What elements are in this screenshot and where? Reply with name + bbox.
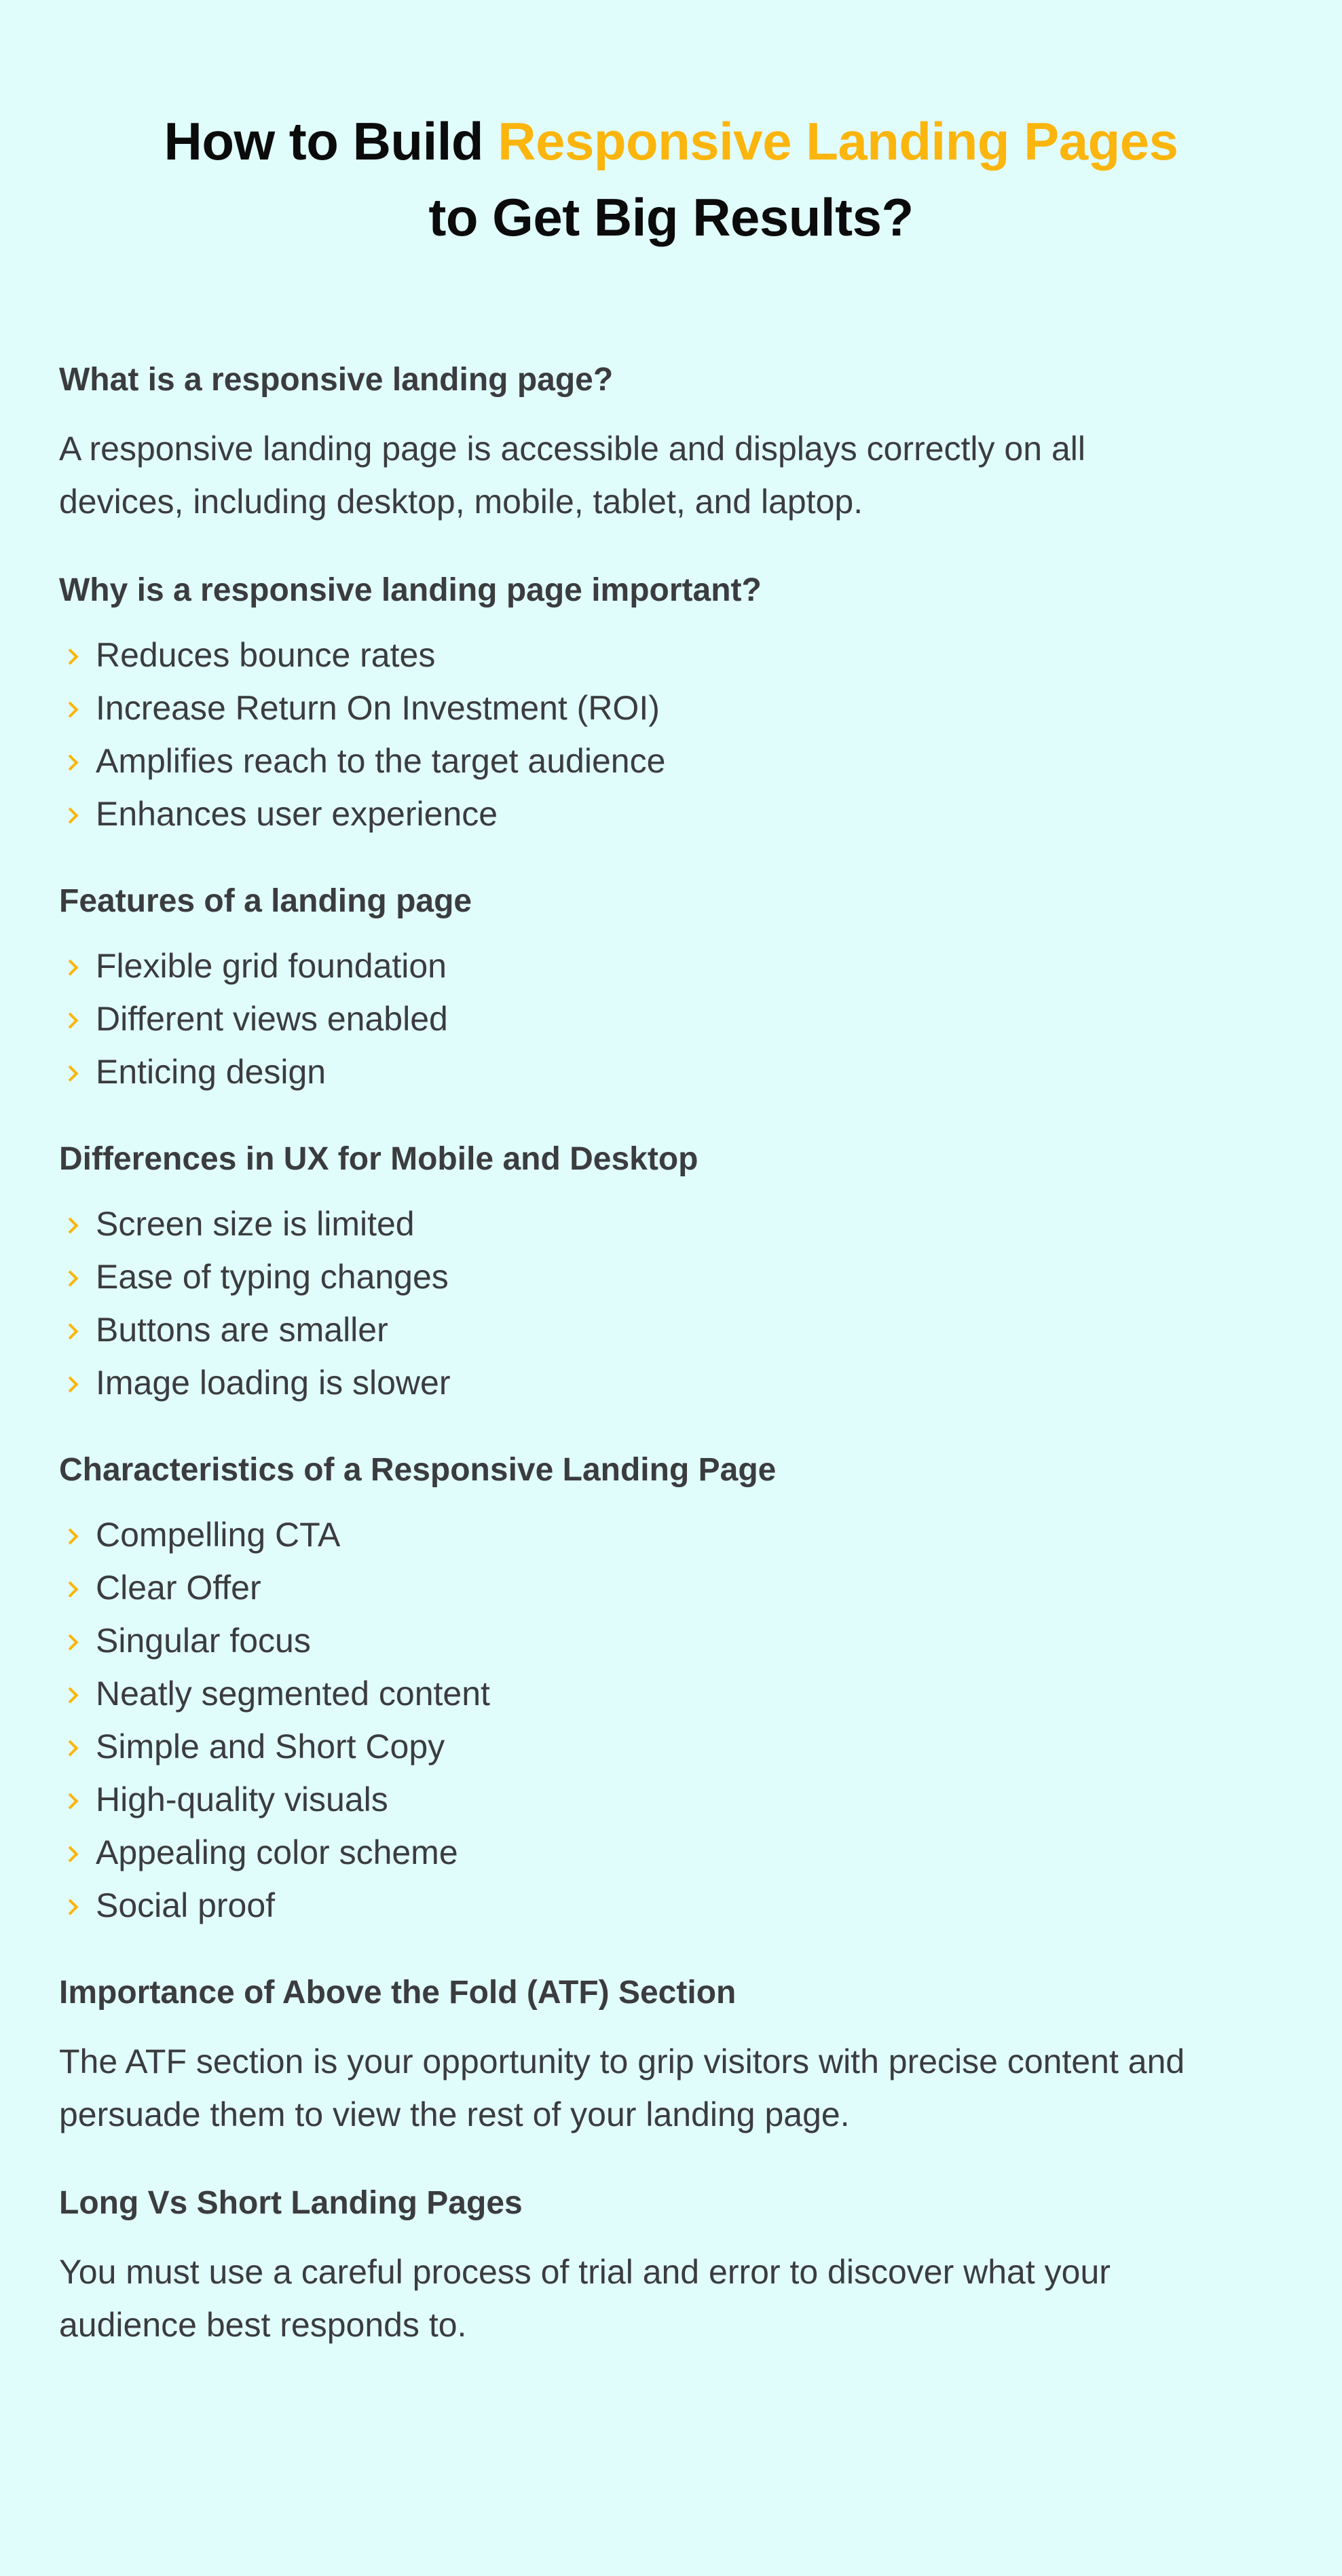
section-ux-differences: Differences in UX for Mobile and Desktop… [59,1132,1294,1409]
list-item-text: High-quality visuals [96,1780,388,1818]
list-item: Enhances user experience [59,787,1294,840]
chevron-right-icon [59,1720,96,1773]
section-paragraph: The ATF section is your opportunity to g… [59,2035,1294,2141]
list-item: Amplifies reach to the target audience [59,734,1294,787]
section-what-is: What is a responsive landing page? A res… [59,353,1294,528]
list-item: High-quality visuals [59,1773,1294,1826]
list-item-text: Enhances user experience [96,795,498,833]
list-item-text: Compelling CTA [96,1516,341,1554]
chevron-right-icon [59,1250,96,1303]
chevron-right-icon [59,1561,96,1614]
list-item-text: Image loading is slower [96,1364,451,1402]
section-heading: Long Vs Short Landing Pages [59,2185,523,2221]
list-item-text: Buttons are smaller [96,1311,388,1349]
list-item-text: Clear Offer [96,1569,261,1607]
chevron-right-icon [59,787,96,840]
list-item-text: Social proof [96,1886,276,1924]
chevron-right-icon [59,1773,96,1826]
list-item-text: Reduces bounce rates [96,636,436,674]
chevron-right-icon [59,992,96,1045]
page-title: How to Build Responsive Landing Pages to… [0,103,1342,255]
list-item: Social proof [59,1879,1294,1932]
chevron-right-icon [59,1045,96,1098]
paragraph-line: devices, including desktop, mobile, tabl… [59,483,863,521]
list-item-text: Different views enabled [96,1000,448,1038]
bullet-list: Compelling CTA Clear Offer Singular focu… [59,1508,1294,1932]
section-characteristics: Characteristics of a Responsive Landing … [59,1443,1294,1932]
chevron-right-icon [59,1197,96,1250]
paragraph-line: persuade them to view the rest of your l… [59,2095,850,2133]
list-item: Screen size is limited [59,1197,1294,1250]
list-item-text: Amplifies reach to the target audience [96,742,666,780]
list-item: Increase Return On Investment (ROI) [59,682,1294,734]
article-content: What is a responsive landing page? A res… [59,353,1294,2351]
bullet-list: Flexible grid foundation Different views… [59,939,1294,1098]
list-item: Buttons are smaller [59,1303,1294,1356]
bullet-list: Reduces bounce rates Increase Return On … [59,629,1294,840]
chevron-right-icon [59,1826,96,1879]
section-features: Features of a landing page Flexible grid… [59,874,1294,1098]
title-line-2: to Get Big Results? [428,187,914,247]
section-paragraph: You must use a careful process of trial … [59,2245,1294,2351]
chevron-right-icon [59,734,96,787]
list-item: Neatly segmented content [59,1667,1294,1720]
title-accent: Responsive Landing Pages [498,111,1178,171]
section-heading: Characteristics of a Responsive Landing … [59,1452,777,1488]
chevron-right-icon [59,1356,96,1409]
paragraph-line: You must use a careful process of trial … [59,2253,1111,2291]
paragraph-line: A responsive landing page is accessible … [59,430,1085,468]
chevron-right-icon [59,1614,96,1667]
list-item: Different views enabled [59,992,1294,1045]
section-why-important: Why is a responsive landing page importa… [59,563,1294,840]
list-item-text: Screen size is limited [96,1205,415,1243]
list-item: Ease of typing changes [59,1250,1294,1303]
list-item-text: Appealing color scheme [96,1833,458,1871]
section-heading: Features of a landing page [59,883,472,919]
paragraph-line: audience best responds to. [59,2306,467,2344]
chevron-right-icon [59,629,96,682]
chevron-right-icon [59,1303,96,1356]
bullet-list: Screen size is limited Ease of typing ch… [59,1197,1294,1409]
chevron-right-icon [59,682,96,734]
list-item-text: Flexible grid foundation [96,947,447,985]
title-line-1: How to Build Responsive Landing Pages [0,103,1342,179]
section-heading: Importance of Above the Fold (ATF) Secti… [59,1975,737,2011]
list-item: Flexible grid foundation [59,939,1294,992]
title-prefix: How to Build [164,111,498,171]
paragraph-line: The ATF section is your opportunity to g… [59,2042,1185,2080]
list-item: Singular focus [59,1614,1294,1667]
section-heading: Why is a responsive landing page importa… [59,572,762,608]
list-item: Image loading is slower [59,1356,1294,1409]
chevron-right-icon [59,939,96,992]
list-item-text: Neatly segmented content [96,1675,490,1713]
section-paragraph: A responsive landing page is accessible … [59,422,1294,528]
list-item: Clear Offer [59,1561,1294,1614]
list-item: Appealing color scheme [59,1826,1294,1879]
list-item-text: Simple and Short Copy [96,1728,445,1766]
chevron-right-icon [59,1508,96,1561]
list-item-text: Ease of typing changes [96,1258,449,1296]
list-item: Reduces bounce rates [59,629,1294,682]
section-atf-importance: Importance of Above the Fold (ATF) Secti… [59,1966,1294,2141]
list-item-text: Enticing design [96,1053,327,1091]
section-heading: What is a responsive landing page? [59,362,614,398]
section-long-vs-short: Long Vs Short Landing Pages You must use… [59,2176,1294,2351]
chevron-right-icon [59,1667,96,1720]
list-item: Compelling CTA [59,1508,1294,1561]
section-heading: Differences in UX for Mobile and Desktop [59,1141,698,1177]
list-item: Enticing design [59,1045,1294,1098]
chevron-right-icon [59,1879,96,1932]
list-item-text: Singular focus [96,1622,311,1660]
list-item-text: Increase Return On Investment (ROI) [96,689,660,727]
list-item: Simple and Short Copy [59,1720,1294,1773]
